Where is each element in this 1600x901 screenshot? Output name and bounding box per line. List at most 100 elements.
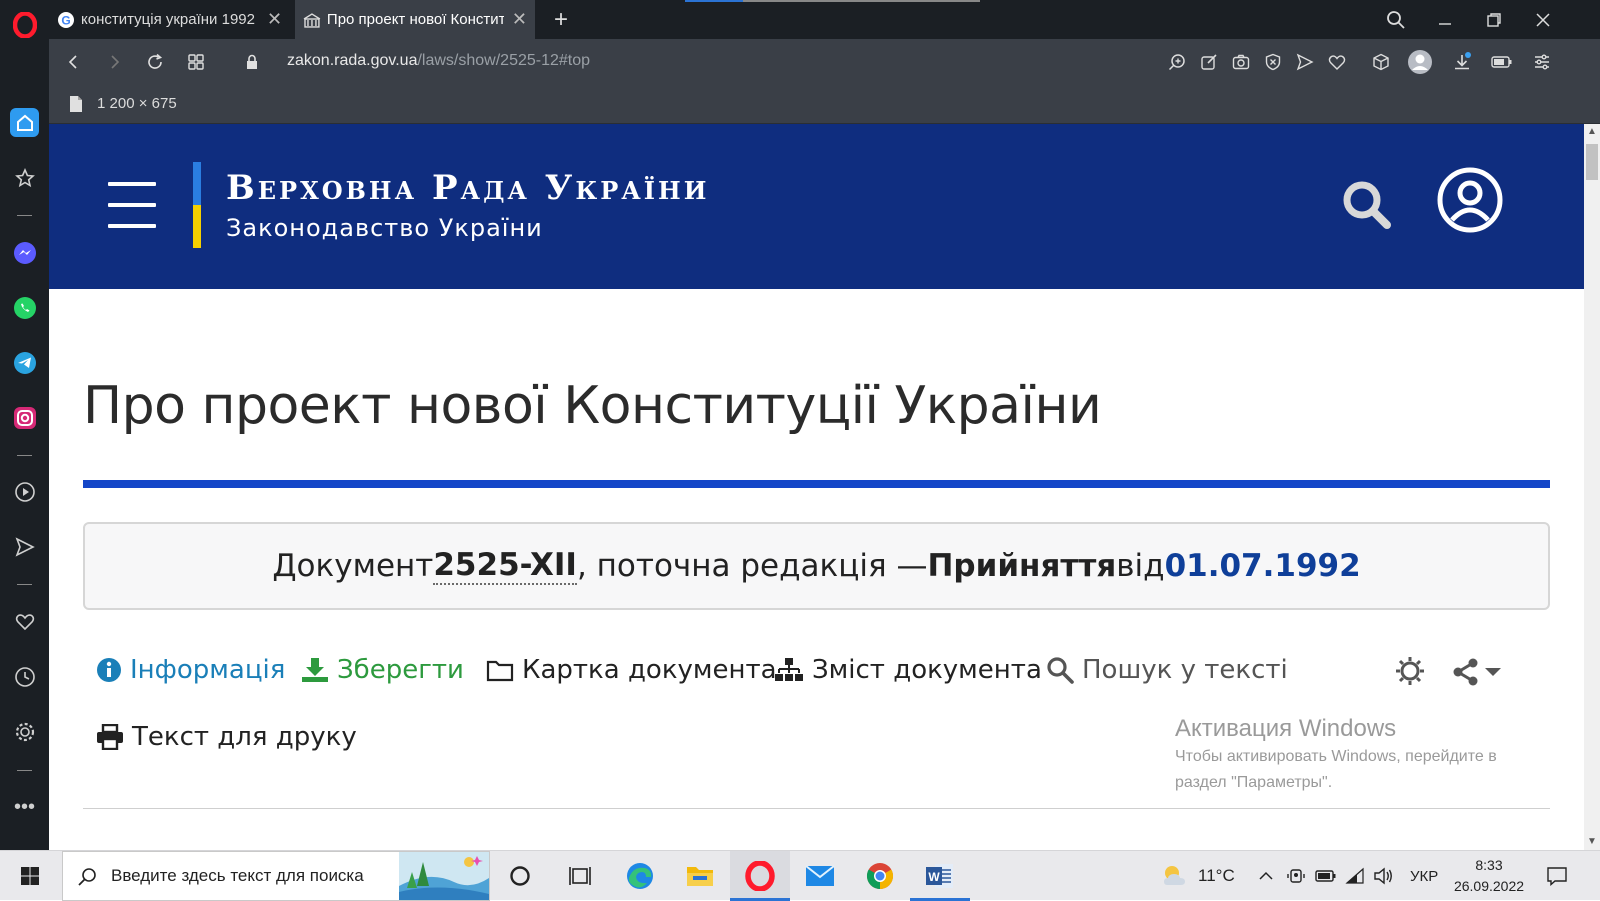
- history-icon[interactable]: [10, 662, 39, 691]
- extensions-cube-icon[interactable]: [1368, 49, 1394, 75]
- url-host: zakon.rada.gov.ua: [287, 52, 418, 69]
- speed-dial-grid-icon[interactable]: [181, 47, 211, 77]
- scrollbar-thumb[interactable]: [1586, 144, 1598, 180]
- image-info-bar: 1 200 × 675: [49, 85, 1600, 124]
- url-field[interactable]: zakon.rada.gov.ua/laws/show/2525-12#top: [287, 52, 590, 70]
- more-options-icon[interactable]: •••: [10, 793, 39, 822]
- document-card-link[interactable]: Картка документа: [486, 655, 777, 685]
- notifications-icon[interactable]: [1546, 851, 1568, 901]
- opera-sidebar: •••: [0, 0, 49, 850]
- search-tabs-icon[interactable]: [1372, 0, 1420, 39]
- tab-bar: G конституція україни 1992 ✕ Про проект …: [49, 0, 1600, 39]
- info-link[interactable]: Інформація: [96, 655, 285, 685]
- scroll-down-arrow-icon[interactable]: ▼: [1584, 834, 1600, 850]
- star-icon[interactable]: [10, 163, 39, 192]
- tab-google-search[interactable]: G конституція україни 1992 ✕: [49, 0, 294, 39]
- google-icon: G: [58, 11, 74, 28]
- tab-title: конституція україни 1992: [81, 11, 255, 28]
- save-link[interactable]: Зберегти: [301, 655, 464, 685]
- word-icon[interactable]: W: [910, 851, 970, 901]
- instagram-icon[interactable]: [10, 403, 39, 432]
- settings-sun-icon[interactable]: [1395, 656, 1425, 686]
- site-subtitle[interactable]: Законодавство України: [226, 214, 543, 242]
- new-tab-button[interactable]: +: [537, 0, 585, 39]
- user-account-icon[interactable]: [1436, 166, 1504, 234]
- site-title[interactable]: Верховна Рада України: [226, 168, 709, 208]
- tab-title: Про проект нової Конститу: [326, 11, 504, 28]
- page-scrollbar[interactable]: ▲ ▼: [1584, 124, 1600, 850]
- profile-avatar-icon[interactable]: [1407, 49, 1433, 75]
- minimize-button[interactable]: [1421, 0, 1469, 39]
- heart-icon[interactable]: [10, 607, 39, 636]
- weather-widget[interactable]: 11°C: [1160, 851, 1235, 901]
- telegram-icon[interactable]: [10, 348, 39, 377]
- messenger-icon[interactable]: [10, 238, 39, 267]
- page-title: Про проект нової Конституції України: [83, 376, 1102, 436]
- sidebar-divider: [17, 455, 32, 456]
- wifi-icon[interactable]: [1345, 851, 1365, 901]
- taskbar-search-placeholder: Введите здесь текст для поиска: [111, 866, 364, 885]
- lock-icon[interactable]: [237, 47, 267, 77]
- home-icon[interactable]: [10, 108, 39, 137]
- system-clock[interactable]: 8:33 26.09.2022: [1444, 855, 1534, 897]
- file-explorer-icon[interactable]: [670, 851, 730, 901]
- easy-setup-icon[interactable]: [1529, 49, 1555, 75]
- opera-logo-icon[interactable]: [10, 10, 39, 39]
- bookmark-heart-icon[interactable]: [1324, 49, 1350, 75]
- show-hidden-icons[interactable]: [1258, 851, 1274, 901]
- chevron-up-icon: [1259, 871, 1273, 880]
- hamburger-menu-icon[interactable]: [108, 182, 156, 228]
- weather-temperature: 11°C: [1198, 866, 1235, 885]
- forward-button[interactable]: [99, 47, 129, 77]
- search-icon[interactable]: [1342, 180, 1392, 230]
- content-divider: [83, 808, 1550, 809]
- close-tab-icon[interactable]: ✕: [267, 9, 282, 30]
- cortana-icon[interactable]: [490, 851, 550, 901]
- search-in-text-link[interactable]: Пошук у тексті: [1046, 655, 1288, 685]
- volume-icon[interactable]: [1373, 851, 1393, 901]
- windows-start-icon[interactable]: [0, 851, 60, 901]
- restore-button[interactable]: [1470, 0, 1518, 39]
- partly-cloudy-icon: [1164, 866, 1185, 885]
- svg-text:G: G: [61, 13, 70, 27]
- task-view-icon[interactable]: [550, 851, 610, 901]
- meet-now-icon[interactable]: [1287, 851, 1305, 901]
- sidebar-divider: [17, 584, 32, 585]
- whatsapp-icon[interactable]: [10, 293, 39, 322]
- edge-browser-icon[interactable]: [610, 851, 670, 901]
- edit-icon[interactable]: [1196, 49, 1222, 75]
- share-icon[interactable]: [1452, 657, 1504, 687]
- send-icon[interactable]: [10, 532, 39, 561]
- doc-number[interactable]: 2525-XII: [433, 547, 577, 585]
- reload-button[interactable]: [140, 47, 170, 77]
- battery-icon[interactable]: [1315, 851, 1337, 901]
- input-language[interactable]: УКР: [1410, 851, 1438, 901]
- tab-active-document[interactable]: Про проект нової Конститу ✕: [295, 0, 535, 39]
- tab-loading-indicator: [743, 0, 980, 2]
- back-button[interactable]: [59, 47, 89, 77]
- taskbar-search-box[interactable]: Введите здесь текст для поиска: [62, 851, 490, 901]
- opera-taskbar-icon[interactable]: [730, 851, 790, 901]
- settings-gear-icon[interactable]: [10, 717, 39, 746]
- download-icon: [302, 658, 328, 682]
- windows-taskbar: Введите здесь текст для поиска W 11°C УК…: [0, 850, 1600, 901]
- windows-activation-watermark: Активация Windows Чтобы активировать Win…: [1175, 715, 1497, 795]
- player-icon[interactable]: [10, 477, 39, 506]
- scroll-up-arrow-icon[interactable]: ▲: [1584, 124, 1600, 140]
- search-in-text-label: Пошук у тексті: [1082, 655, 1288, 685]
- snapshot-camera-icon[interactable]: [1228, 49, 1254, 75]
- adblock-shield-icon[interactable]: [1260, 49, 1286, 75]
- clock-date: 26.09.2022: [1453, 878, 1525, 894]
- close-tab-icon[interactable]: ✕: [512, 9, 527, 30]
- document-contents-link[interactable]: Зміст документа: [774, 655, 1042, 685]
- battery-saver-icon[interactable]: [1489, 49, 1515, 75]
- document-contents-label: Зміст документа: [812, 655, 1042, 685]
- send-to-flow-icon[interactable]: [1292, 49, 1318, 75]
- print-text-link[interactable]: Текст для друку: [96, 722, 357, 752]
- chrome-icon[interactable]: [850, 851, 910, 901]
- close-window-button[interactable]: [1519, 0, 1567, 39]
- sidebar-divider: [17, 215, 32, 216]
- mail-icon[interactable]: [790, 851, 850, 901]
- zoom-icon[interactable]: [1164, 49, 1190, 75]
- downloads-icon[interactable]: [1449, 49, 1475, 75]
